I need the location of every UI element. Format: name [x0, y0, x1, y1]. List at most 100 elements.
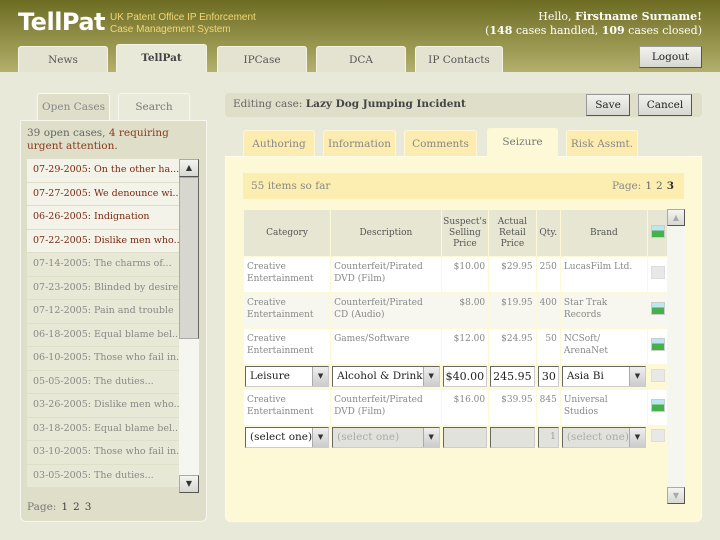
tab-seizure[interactable]: Seizure [487, 128, 558, 157]
brand-select[interactable]: Asia Bi ▼ [561, 366, 646, 387]
cell-brand: LucasFilm Ltd. [560, 257, 647, 292]
col-category: Category [244, 210, 331, 256]
cell-selling-price: $10.00 [441, 257, 489, 292]
tab-search[interactable]: Search [118, 93, 190, 120]
description-select[interactable]: Alcohol & Drink ▼ [332, 366, 440, 387]
arrow-up-icon[interactable]: ▲ [667, 209, 685, 226]
image-icon[interactable] [650, 368, 665, 382]
cancel-button[interactable]: Cancel [638, 94, 692, 116]
page-link-3[interactable]: 3 [667, 180, 674, 192]
table-row[interactable]: Creative Entertainment Games/Software $12.… [244, 329, 668, 364]
page-link-1[interactable]: 1 [645, 180, 652, 192]
case-list-item[interactable]: 06-10-2005: Those who fail in... [27, 347, 199, 370]
new-category-select-value: (select one) [250, 431, 313, 443]
editing-case-title: Editing case: Lazy Dog Jumping Incident [233, 98, 466, 110]
tab-authoring[interactable]: Authoring [243, 130, 315, 157]
arrow-up-icon[interactable]: ▲ [179, 159, 199, 177]
image-icon[interactable] [650, 429, 665, 442]
case-list-item[interactable]: 07-22-2005: Dislike men who... [27, 229, 199, 252]
image-icon[interactable] [650, 224, 665, 238]
chevron-down-icon[interactable]: ▼ [312, 428, 329, 447]
col-qty: Qty. [536, 210, 560, 256]
chevron-down-icon[interactable]: ▼ [628, 367, 645, 386]
nav-tab-ip-contacts[interactable]: IP Contacts [415, 46, 503, 72]
case-list-item[interactable]: 03-05-2005: The duties... [27, 464, 199, 487]
page-link-1[interactable]: 1 [61, 501, 68, 513]
image-icon[interactable] [650, 399, 665, 412]
category-select-value: Leisure [250, 370, 290, 382]
edit-row: Leisure ▼ Alcohol & Drink ▼ $40.00 245.95 30 As… [244, 365, 668, 389]
case-list-scrollbar[interactable]: ▲ ▼ [179, 159, 199, 493]
case-list-item[interactable]: 07-23-2005: Blinded by desire [27, 276, 199, 299]
new-brand-select-value: (select one) [566, 431, 629, 443]
tab-risk-assessment[interactable]: Risk Assmt. [566, 130, 638, 157]
image-icon[interactable] [650, 266, 665, 279]
open-count: 39 open cases, [27, 127, 109, 139]
cell-image [647, 293, 668, 328]
new-brand-select[interactable]: (select one) ▼ [561, 427, 646, 448]
new-description-select[interactable]: (select one) ▼ [332, 427, 440, 448]
new-category-select[interactable]: (select one) ▼ [245, 427, 330, 448]
user-greeting: Hello, Firstname Surname! (148 cases han… [485, 10, 702, 38]
nav-tab-ipcase[interactable]: IPCase [217, 46, 307, 72]
page-label: Page: [611, 180, 642, 192]
new-qty-input[interactable]: 1 [537, 427, 559, 448]
case-list-item[interactable]: 07-27-2005: We denounce wi... [27, 182, 199, 205]
new-retail-price-input[interactable] [490, 427, 535, 448]
chevron-down-icon[interactable]: ▼ [422, 367, 439, 386]
cell-brand: Star Trak Records [560, 293, 647, 328]
chevron-down-icon[interactable]: ▼ [312, 367, 329, 386]
arrow-down-icon[interactable]: ▼ [179, 475, 199, 493]
nav-tab-dca[interactable]: DCA [316, 46, 406, 72]
new-selling-price-input[interactable] [442, 427, 488, 448]
editing-prefix: Editing case: [233, 98, 306, 110]
case-list-item[interactable]: 03-18-2005: Equal blame bel... [27, 417, 199, 440]
case-list-item[interactable]: 05-05-2005: The duties... [27, 370, 199, 393]
case-list-item[interactable]: 06-18-2005: Equal blame bel... [27, 323, 199, 346]
nav-tab-tellpat[interactable]: TellPat [116, 44, 207, 72]
table-row[interactable]: Creative Entertainment Counterfeit/Pirate… [244, 293, 668, 328]
page-link-3[interactable]: 3 [85, 501, 92, 513]
table-row[interactable]: Creative Entertainment Counterfeit/Pirate… [244, 390, 668, 425]
case-list-item[interactable]: 07-12-2005: Pain and trouble [27, 300, 199, 323]
cell-qty: 50 [536, 329, 560, 364]
page-link-2[interactable]: 2 [656, 180, 663, 192]
table-scrollbar[interactable]: ▲ ▼ [667, 209, 685, 504]
new-row: (select one) ▼ (select one) ▼ 1 (select one) ▼ [244, 426, 668, 449]
nav-tab-news[interactable]: News [18, 46, 108, 72]
col-selling-price: Suspect's Selling Price [441, 210, 489, 256]
table-row[interactable]: Creative Entertainment Counterfeit/Pirate… [244, 257, 668, 292]
logout-button[interactable]: Logout [639, 46, 702, 68]
case-list-item[interactable]: 03-26-2005: Dislike men who... [27, 394, 199, 417]
chevron-down-icon[interactable]: ▼ [628, 428, 645, 447]
image-icon[interactable] [650, 338, 665, 351]
arrow-down-icon[interactable]: ▼ [667, 487, 685, 504]
retail-price-input[interactable]: 245.95 [490, 366, 535, 387]
case-list-item[interactable]: 07-29-2005: On the other ha... [27, 159, 199, 182]
user-name: Firstname Surname! [575, 10, 702, 23]
seizure-table: Category Description Suspect's Selling P… [243, 209, 669, 450]
items-count: 55 items so far [251, 180, 331, 192]
selling-price-input[interactable]: $40.00 [442, 366, 488, 387]
subtitle-line-1: UK Patent Office IP Enforcement [110, 12, 256, 23]
case-list-item[interactable]: 07-14-2005: The charms of... [27, 253, 199, 276]
cell-description: Counterfeit/Pirated DVD (Film) [331, 390, 441, 425]
new-description-select-value: (select one) [337, 431, 400, 443]
cell-category: Creative Entertainment [244, 293, 331, 328]
cell-retail-price: $24.95 [489, 329, 536, 364]
page-link-2[interactable]: 2 [73, 501, 80, 513]
tab-comments[interactable]: Comments [404, 130, 477, 157]
category-select[interactable]: Leisure ▼ [245, 366, 330, 387]
case-list-item[interactable]: 03-10-2005: Those who fail in... [27, 441, 199, 464]
tab-open-cases[interactable]: Open Cases [37, 93, 110, 120]
case-list-item[interactable]: 06-26-2005: Indignation [27, 206, 199, 229]
chevron-down-icon[interactable]: ▼ [422, 428, 439, 447]
scrollbar-thumb[interactable] [179, 177, 199, 339]
logo: TellPat [18, 8, 106, 36]
image-icon[interactable] [650, 302, 665, 315]
cases-handled-label: cases handled, [512, 24, 602, 37]
tab-information[interactable]: Information [323, 130, 396, 157]
cell-selling-price: $12.00 [441, 329, 489, 364]
qty-input[interactable]: 30 [537, 366, 559, 387]
save-button[interactable]: Save [586, 94, 630, 116]
